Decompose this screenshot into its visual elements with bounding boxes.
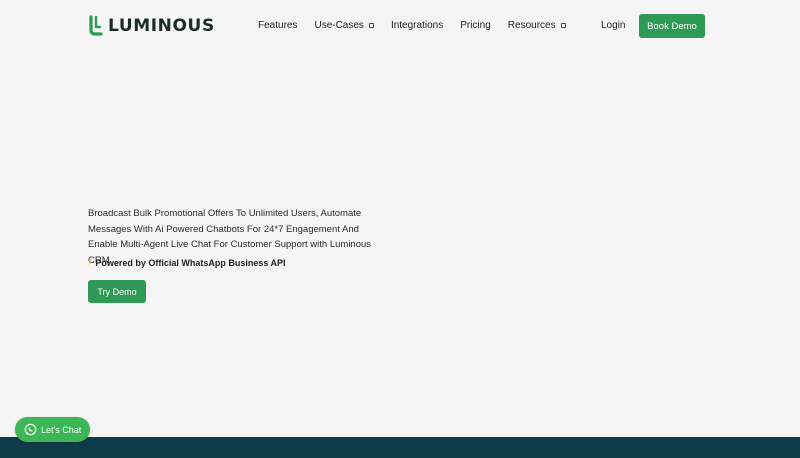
try-demo-button[interactable]: Try Demo	[88, 280, 146, 303]
nav-item-features[interactable]: Features	[258, 20, 297, 31]
dropdown-indicator-icon	[560, 23, 566, 28]
nav-item-label: Use-Cases	[314, 20, 364, 31]
nav-item-label: Integrations	[390, 20, 444, 31]
lets-chat-label: Let's Chat	[41, 424, 82, 435]
footer-band	[0, 437, 800, 458]
dropdown-indicator-icon	[368, 23, 374, 28]
powered-by-badge: ⚡ Powered by Official WhatsApp Business …	[87, 257, 286, 268]
nav-item-label: Pricing	[460, 20, 491, 31]
nav-item-use-cases[interactable]: Use-Cases	[314, 20, 374, 31]
nav-item-label: Resources	[507, 20, 556, 31]
book-demo-button[interactable]: Book Demo	[639, 14, 705, 38]
logo[interactable]: LUMINOUS	[88, 15, 215, 37]
login-link[interactable]: Login	[601, 20, 625, 31]
nav-item-label: Features	[258, 20, 298, 31]
luminous-logo-icon	[89, 15, 103, 36]
lets-chat-button[interactable]: Let's Chat	[15, 417, 90, 442]
nav-item-integrations[interactable]: Integrations	[391, 20, 443, 31]
nav-item-pricing[interactable]: Pricing	[460, 20, 491, 31]
main-nav: Features Use-Cases Integrations Pricing …	[258, 20, 583, 31]
nav-item-resources[interactable]: Resources	[508, 20, 566, 31]
logo-text: LUMINOUS	[108, 16, 215, 36]
site-header: LUMINOUS Features Use-Cases Integrations…	[0, 0, 800, 52]
whatsapp-icon	[24, 423, 37, 436]
lightning-icon: ⚡	[87, 257, 94, 267]
powered-by-text: Powered by Official WhatsApp Business AP…	[95, 257, 286, 268]
